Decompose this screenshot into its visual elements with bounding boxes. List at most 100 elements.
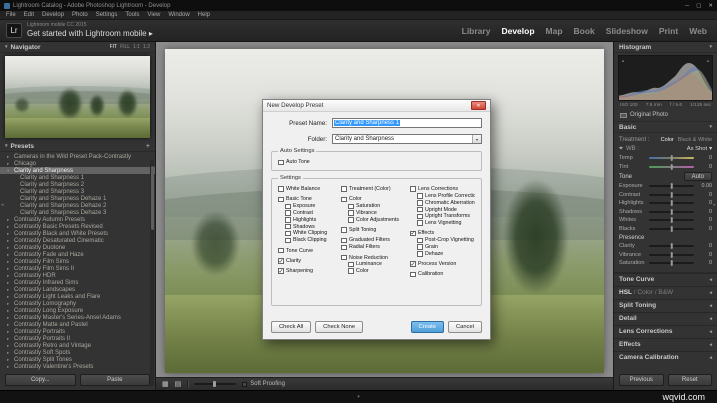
menu-settings[interactable]: Settings — [96, 12, 118, 18]
preset-folder-contrastly-matte-and-pastel[interactable]: ▸ Contrastly Matte and Pastel — [0, 321, 155, 328]
slider-track[interactable] — [649, 208, 694, 215]
preset-item-clarity-and-sharpness-1[interactable]: Clarity and Sharpness 1 — [0, 174, 155, 181]
preset-folder-contrastly-basic-presets-revised[interactable]: ▸ Contrastly Basic Presets Revised — [0, 223, 155, 230]
preset-folder-contrastly-portraits-ii[interactable]: ▸ Contrastly Portraits II — [0, 335, 155, 342]
checkbox-color[interactable]: Color — [348, 268, 405, 275]
zoom-option-1-1[interactable]: 1:1 — [133, 44, 140, 50]
checkbox-split-toning[interactable]: Split Toning — [341, 227, 405, 234]
module-tab-develop[interactable]: Develop — [501, 26, 534, 36]
slider-thumb[interactable] — [670, 243, 673, 250]
slider-thumb[interactable] — [670, 251, 673, 258]
preset-folder-contrastly-film-sims-ii[interactable]: ▸ Contrastly Film Sims II — [0, 265, 155, 272]
slider-track[interactable] — [649, 200, 694, 207]
checkbox-basic-tone[interactable]: Basic Tone — [278, 196, 336, 203]
panel-header-camera-calibration[interactable]: Camera Calibration ◂ — [614, 350, 717, 364]
preset-folder-contrastly-retro-and-vintage[interactable]: ▸ Contrastly Retro and Vintage — [0, 342, 155, 349]
treatment-option-color[interactable]: Color — [661, 137, 674, 143]
slider-thumb[interactable] — [670, 260, 673, 267]
checkbox-lens-profile-corrections[interactable]: Lens Profile Corrections — [417, 193, 475, 200]
slider-thumb[interactable] — [670, 163, 673, 170]
panel-header-tone-curve[interactable]: Tone Curve ◂ — [614, 272, 717, 286]
cancel-button[interactable]: Cancel — [447, 321, 482, 333]
checkbox-exposure[interactable]: Exposure — [285, 203, 336, 210]
checkbox-chromatic-aberration[interactable]: Chromatic Aberration — [417, 199, 475, 206]
checkbox-post-crop-vignetting[interactable]: Post-Crop Vignetting — [417, 237, 475, 244]
grid-view-icon[interactable]: ▦ — [162, 381, 169, 388]
checkbox-color-adjustments[interactable]: Color Adjustments — [348, 216, 405, 223]
menu-develop[interactable]: Develop — [42, 12, 64, 18]
checkbox-calibration[interactable]: Calibration — [410, 271, 475, 278]
checkbox-highlights[interactable]: Highlights — [285, 216, 336, 223]
treatment-option-black-white[interactable]: Black & White — [678, 137, 712, 143]
filmstrip-expand-icon[interactable]: ▾ — [357, 394, 360, 400]
auto-tone-button[interactable]: Auto — [683, 172, 712, 181]
preset-item-clarity-and-sharpness-dehaze-2[interactable]: Clarity and Sharpness Dehaze 2 — [0, 202, 155, 209]
slider-track[interactable] — [649, 251, 694, 258]
checkbox-lens-vignetting[interactable]: Lens Vignetting — [417, 220, 475, 227]
preset-item-clarity-and-sharpness-3[interactable]: Clarity and Sharpness 3 — [0, 188, 155, 195]
zoom-option-1-2[interactable]: 1:2 — [143, 44, 150, 50]
preset-folder-contrastly-portraits[interactable]: ▸ Contrastly Portraits — [0, 328, 155, 335]
navigator-preview[interactable] — [0, 53, 155, 141]
wb-preset-selector[interactable]: As Shot ▾ — [687, 146, 712, 152]
panel-header-lens-corrections[interactable]: Lens Corrections ◂ — [614, 324, 717, 338]
module-tab-library[interactable]: Library — [462, 26, 491, 36]
preset-folder-contrastly-valentine-s-presets[interactable]: ▸ Contrastly Valentine's Presets — [0, 363, 155, 370]
panel-header-detail[interactable]: Detail ◂ — [614, 311, 717, 325]
slider-thumb[interactable] — [670, 208, 673, 215]
check-none-button[interactable]: Check None — [315, 321, 364, 333]
slider-track[interactable] — [649, 163, 694, 170]
module-tab-web[interactable]: Web — [689, 26, 707, 36]
slider-track[interactable] — [649, 260, 694, 267]
slider-track[interactable] — [649, 191, 694, 198]
module-tab-book[interactable]: Book — [574, 26, 595, 36]
preset-folder-contrastly-master-s-series-ansel-adams[interactable]: ▸ Contrastly Master's Series-Ansel Adams — [0, 314, 155, 321]
preset-folder-contrastly-fade-and-haze[interactable]: ▸ Contrastly Fade and Haze — [0, 251, 155, 258]
checkbox-black-clipping[interactable]: Black Clipping — [285, 237, 336, 244]
slider-track[interactable] — [649, 225, 694, 232]
checkbox-grain[interactable]: Grain — [417, 244, 475, 251]
histogram-header[interactable]: Histogram ▾ — [614, 42, 717, 53]
preset-folder-contrastly-hdr[interactable]: ▸ Contrastly HDR — [0, 272, 155, 279]
checkbox-treatment-color[interactable]: Treatment (Color) — [341, 186, 405, 193]
preset-folder-contrastly-desaturated-cinematic[interactable]: ▸ Contrastly Desaturated Cinematic — [0, 237, 155, 244]
dialog-titlebar[interactable]: New Develop Preset ✕ — [263, 100, 490, 112]
slider-track[interactable] — [649, 183, 694, 190]
zoom-slider[interactable] — [194, 381, 237, 387]
slider-thumb[interactable] — [670, 183, 673, 190]
reset-button[interactable]: Reset — [667, 374, 712, 386]
copy-button[interactable]: Copy... — [5, 374, 76, 386]
slider-thumb[interactable] — [670, 200, 673, 207]
menu-file[interactable]: File — [6, 12, 16, 18]
checkbox-effects[interactable]: Effects — [410, 230, 475, 237]
preset-item-clarity-and-sharpness-dehaze-3[interactable]: Clarity and Sharpness Dehaze 3 — [0, 209, 155, 216]
checkbox-lens-corrections[interactable]: Lens Corrections — [410, 186, 475, 193]
preset-folder-contrastly-long-exposure[interactable]: ▸ Contrastly Long Exposure — [0, 307, 155, 314]
checkbox-sharpening[interactable]: Sharpening — [278, 268, 336, 275]
filmstrip-bar[interactable]: ▾ — [0, 390, 717, 403]
preset-folder-contrastly-lomography[interactable]: ▸ Contrastly Lomography — [0, 300, 155, 307]
preset-folder-chicago[interactable]: ▸ Chicago — [0, 160, 155, 167]
menu-edit[interactable]: Edit — [24, 12, 34, 18]
checkbox-shadows[interactable]: Shadows — [285, 223, 336, 230]
slider-thumb[interactable] — [670, 155, 673, 162]
slider-track[interactable] — [649, 243, 694, 250]
checkbox-tone-curve[interactable]: Tone Curve — [278, 247, 336, 254]
scrollbar-thumb[interactable] — [150, 166, 154, 230]
preset-folder-contrastly-infrared-sims[interactable]: ▸ Contrastly Infrared Sims — [0, 279, 155, 286]
left-panel-collapse-icon[interactable]: ◂ — [1, 202, 4, 208]
slider-track[interactable] — [649, 217, 694, 224]
module-tab-print[interactable]: Print — [659, 26, 678, 36]
basic-panel-header[interactable]: Basic ▾ — [614, 122, 717, 133]
left-panel-scrollbar[interactable] — [150, 160, 154, 386]
create-button[interactable]: Create — [410, 321, 444, 333]
panel-header-split-toning[interactable]: Split Toning ◂ — [614, 298, 717, 312]
checkbox-upright-mode[interactable]: Upright Mode — [417, 206, 475, 213]
close-icon[interactable]: ✕ — [708, 3, 713, 9]
preset-folder-contrastly-soft-spots[interactable]: ▸ Contrastly Soft Spots — [0, 349, 155, 356]
loupe-view-icon[interactable]: ▤ — [175, 381, 182, 388]
panel-header-hsl-color-b-w[interactable]: HSL / Color / B&W ◂ — [614, 285, 717, 299]
checkbox-white-clipping[interactable]: White Clipping — [285, 230, 336, 237]
preset-folder-contrastly-light-leaks-and-flare[interactable]: ▸ Contrastly Light Leaks and Flare — [0, 293, 155, 300]
shadow-clipping-icon[interactable]: ▲ — [621, 58, 625, 63]
